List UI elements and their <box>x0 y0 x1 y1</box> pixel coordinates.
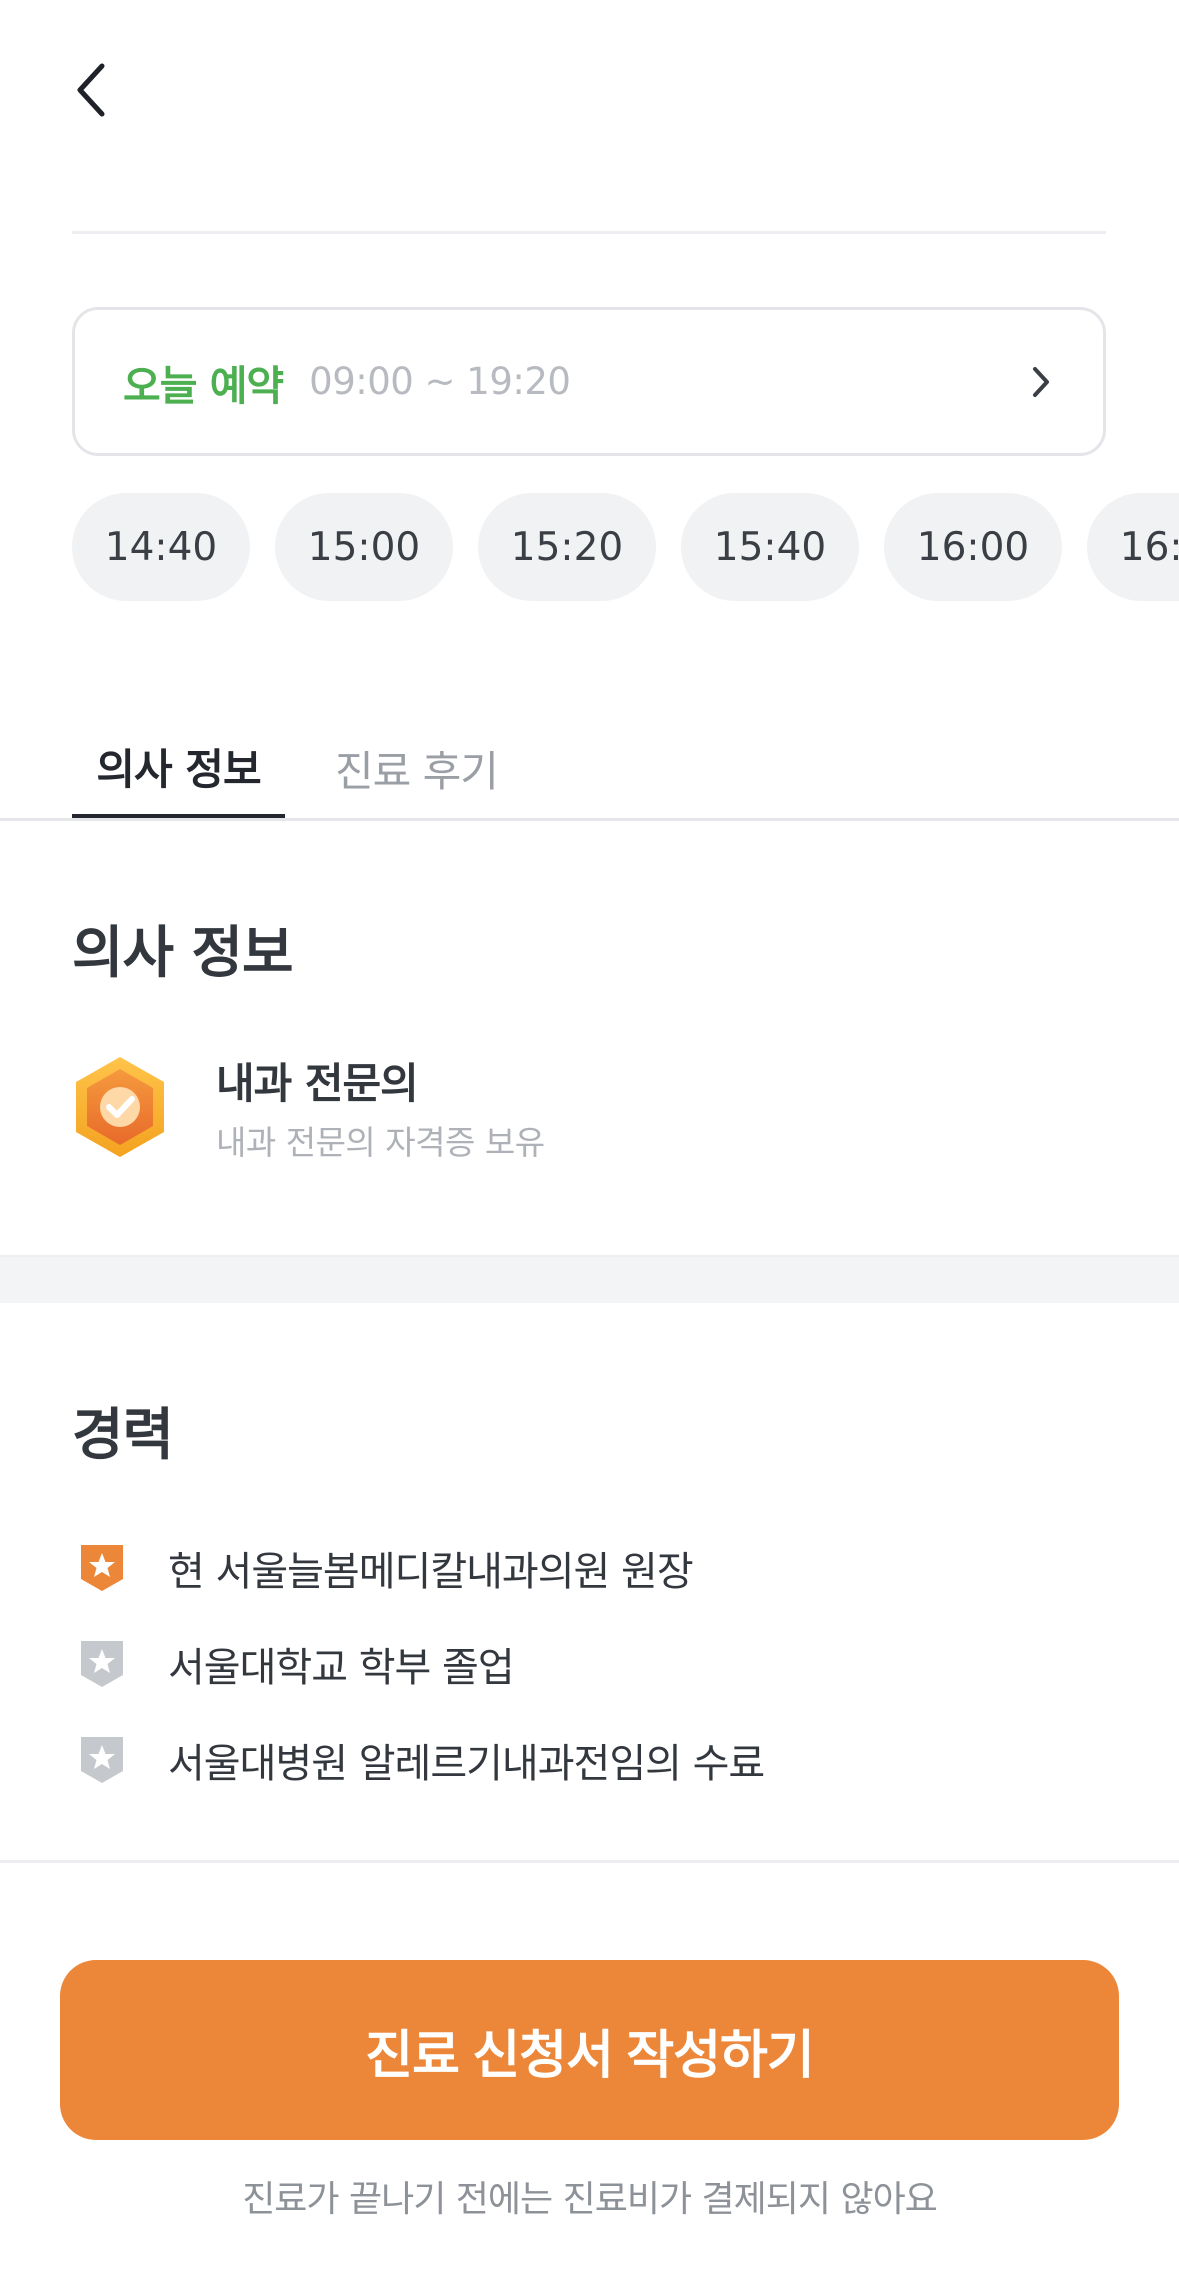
tab-doctor-info[interactable]: 의사 정보 <box>72 718 285 818</box>
star-shield-gray-icon <box>72 1730 132 1790</box>
chevron-right-icon <box>1021 362 1061 402</box>
today-reservation-card[interactable]: 오늘 예약 09:00 ~ 19:20 <box>72 307 1106 456</box>
bottom-divider <box>0 1860 1179 1863</box>
specialist-shield-check-icon <box>76 1057 164 1157</box>
reservation-label: 오늘 예약 <box>123 361 284 410</box>
chevron-left-icon <box>77 63 105 117</box>
star-shield-gray-icon <box>72 1634 132 1694</box>
career-item-text: 현 서울늘봄메디칼내과의원 원장 <box>168 1549 694 1595</box>
specialist-description: 내과 전문의 자격증 보유 <box>216 1123 545 1162</box>
doctor-detail-screen: 오늘 예약 09:00 ~ 19:20 14:40 15:00 15:20 15… <box>0 0 1179 2293</box>
payment-notice: 진료가 끝나기 전에는 진료비가 결제되지 않아요 <box>242 2179 938 2220</box>
time-slot[interactable]: 16:00 <box>884 493 1062 601</box>
tab-bar: 의사 정보 진료 후기 <box>72 718 535 818</box>
time-slot-list: 14:40 15:00 15:20 15:40 16:00 16:20 <box>72 493 1179 601</box>
time-slot[interactable]: 15:00 <box>275 493 453 601</box>
time-slot[interactable]: 15:40 <box>681 493 859 601</box>
career-title: 경력 <box>72 1403 174 1468</box>
career-list: 현 서울늘봄메디칼내과의원 원장 서울대학교 학부 졸업 서울대병원 알레르기내… <box>72 1520 1072 1808</box>
specialist-row: 내과 전문의 내과 전문의 자격증 보유 <box>72 1050 972 1170</box>
back-button[interactable] <box>62 55 122 125</box>
career-item-text: 서울대병원 알레르기내과전임의 수료 <box>168 1741 765 1787</box>
write-application-button[interactable]: 진료 신청서 작성하기 <box>60 1960 1119 2140</box>
doctor-info-title: 의사 정보 <box>72 921 294 986</box>
time-slot[interactable]: 15:20 <box>478 493 656 601</box>
reservation-hours: 09:00 ~ 19:20 <box>309 360 571 403</box>
time-slot[interactable]: 16:20 <box>1087 493 1179 601</box>
header-divider <box>72 231 1106 234</box>
time-slot[interactable]: 14:40 <box>72 493 250 601</box>
career-item: 현 서울늘봄메디칼내과의원 원장 <box>72 1520 1072 1616</box>
star-shield-orange-icon <box>72 1538 132 1598</box>
career-item: 서울대병원 알레르기내과전임의 수료 <box>72 1712 1072 1808</box>
tabs-divider <box>0 818 1179 821</box>
career-item-text: 서울대학교 학부 졸업 <box>168 1645 515 1691</box>
career-item: 서울대학교 학부 졸업 <box>72 1616 1072 1712</box>
specialist-title: 내과 전문의 <box>216 1059 419 1108</box>
tab-reviews[interactable]: 진료 후기 <box>335 718 535 818</box>
section-separator <box>0 1255 1179 1303</box>
